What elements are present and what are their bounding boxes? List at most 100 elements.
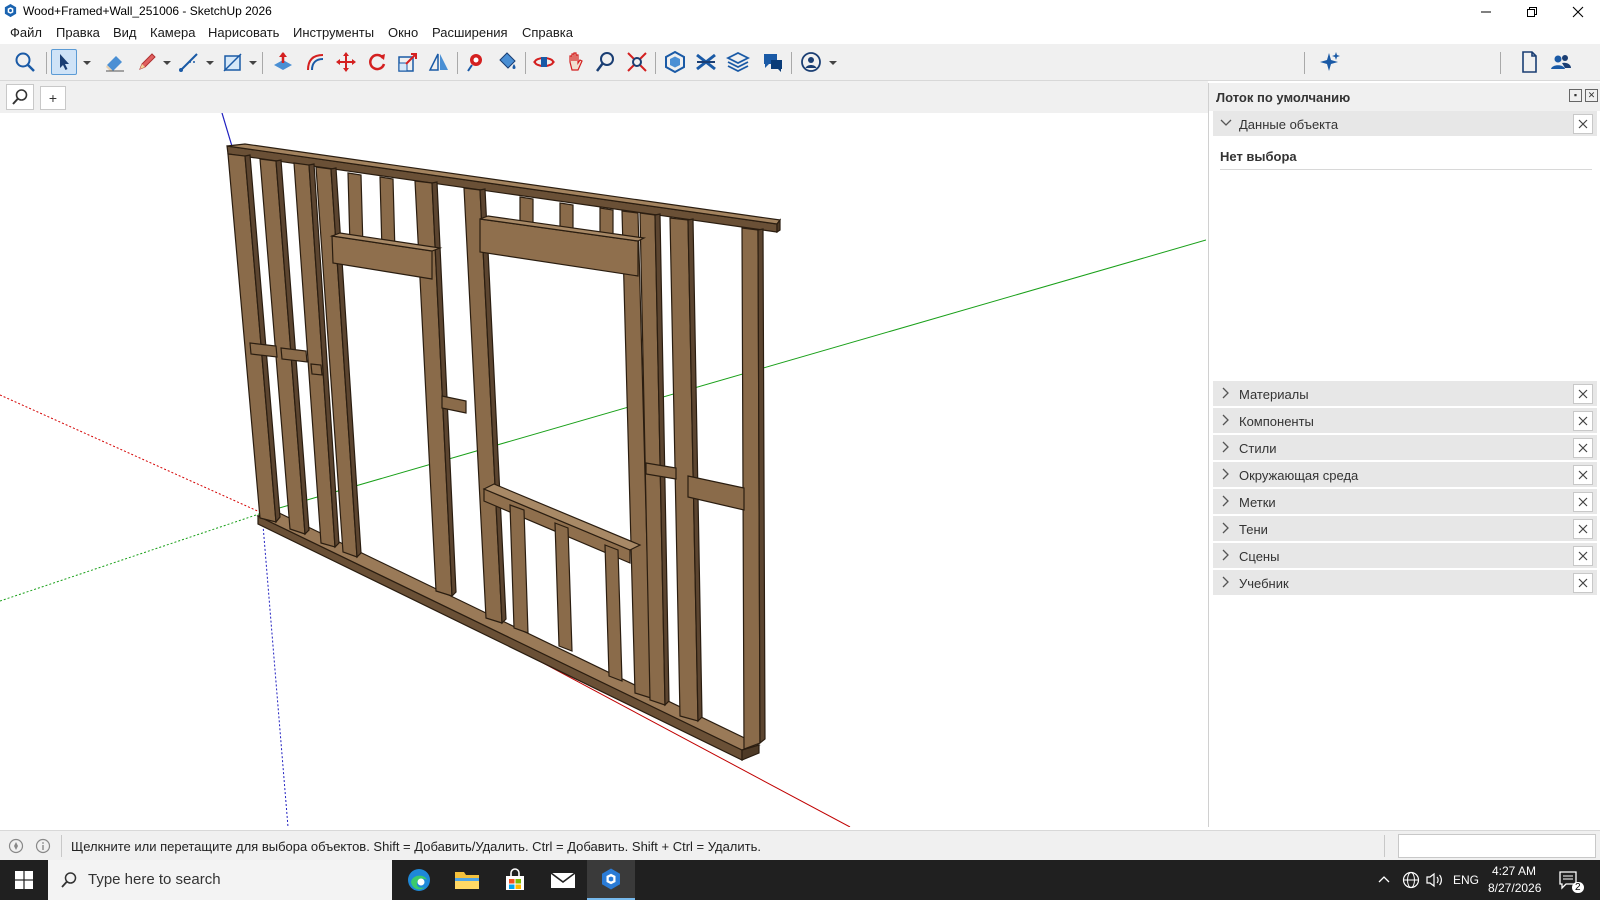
panel-environment[interactable]: Окружающая среда (1213, 462, 1597, 488)
clock-time[interactable]: 4:27 AM (1492, 864, 1536, 878)
chat-tool-button[interactable] (760, 49, 786, 75)
panel-label: Компоненты (1239, 414, 1314, 429)
taskbar-mail[interactable] (539, 860, 587, 900)
menu-view[interactable]: Вид (113, 25, 137, 40)
modeling-viewport[interactable] (0, 113, 1206, 827)
menu-extensions[interactable]: Расширения (432, 25, 508, 40)
extension-tool-button[interactable] (693, 49, 719, 75)
tape-tool-button[interactable] (463, 49, 489, 75)
ai-assistant-button[interactable] (1316, 49, 1342, 75)
account-tool-button[interactable] (798, 49, 824, 75)
add-button[interactable]: + (40, 86, 66, 110)
taskbar-search-box[interactable]: Type here to search (48, 860, 392, 900)
volume-icon[interactable] (1425, 872, 1443, 888)
minimize-icon (1481, 11, 1491, 12)
menu-camera[interactable]: Камера (150, 25, 195, 40)
toolbar-separator (1500, 52, 1501, 74)
menu-edit[interactable]: Правка (56, 25, 100, 40)
taskbar-store[interactable] (491, 860, 539, 900)
window-title: Wood+Framed+Wall_251006 - SketchUp 2026 (23, 4, 272, 18)
default-tray: Лоток по умолчанию ▪ ✕ Данные объекта Не… (1208, 83, 1600, 827)
panel-close-button[interactable] (1573, 546, 1593, 566)
orbit-tool-button[interactable] (531, 49, 557, 75)
paint-tool-button[interactable] (494, 49, 520, 75)
network-globe-icon[interactable] (1402, 871, 1420, 889)
panel-close-button[interactable] (1573, 573, 1593, 593)
line-icon (179, 53, 198, 72)
chevron-down-icon[interactable] (163, 60, 171, 66)
red-axis-hidden (0, 394, 263, 514)
close-window-button[interactable] (1556, 0, 1600, 23)
chevron-down-icon[interactable] (83, 60, 91, 66)
rectangle-tool-button[interactable] (220, 49, 246, 75)
chevron-right-icon (1222, 387, 1229, 399)
panel-close-button[interactable] (1573, 492, 1593, 512)
new-document-button[interactable] (1516, 49, 1542, 75)
wood-framed-wall[interactable] (226, 143, 782, 761)
menu-draw[interactable]: Нарисовать (208, 25, 279, 40)
select-tool-button[interactable] (51, 49, 77, 75)
chevron-down-icon[interactable] (829, 60, 837, 66)
extension-icon (696, 53, 716, 71)
panel-close-button[interactable] (1573, 519, 1593, 539)
wall-model-canvas[interactable] (0, 113, 1206, 827)
taskbar-file-explorer[interactable] (443, 860, 491, 900)
panel-scenes[interactable]: Сцены (1213, 543, 1597, 569)
panel-close-button[interactable] (1573, 411, 1593, 431)
panel-close-button[interactable] (1573, 114, 1593, 134)
panel-instructor[interactable]: Учебник (1213, 570, 1597, 596)
panel-materials[interactable]: Материалы (1213, 381, 1597, 407)
eraser-tool-button[interactable] (102, 49, 128, 75)
panel-close-button[interactable] (1573, 465, 1593, 485)
chevron-up-icon[interactable] (1378, 874, 1390, 884)
panel-close-button[interactable] (1573, 384, 1593, 404)
menu-file[interactable]: Файл (10, 25, 42, 40)
zoom-icon (596, 52, 614, 72)
move-tool-button[interactable] (333, 49, 359, 75)
menu-window[interactable]: Окно (388, 25, 418, 40)
panel-close-button[interactable] (1573, 438, 1593, 458)
clock-date[interactable]: 8/27/2026 (1488, 881, 1541, 895)
pin-tray-button[interactable]: ▪ (1569, 89, 1582, 102)
pencil-tool-button[interactable] (134, 49, 160, 75)
taskbar-edge[interactable] (395, 860, 443, 900)
panel-entity-info[interactable]: Данные объекта (1213, 111, 1597, 137)
push-pull-tool-button[interactable] (270, 49, 296, 75)
sparkle-icon (1320, 52, 1340, 71)
toolbar-separator (655, 52, 656, 74)
search-tool-button[interactable] (12, 49, 38, 75)
panel-tags[interactable]: Метки (1213, 489, 1597, 515)
panel-shadows[interactable]: Тени (1213, 516, 1597, 542)
rotate-tool-button[interactable] (364, 49, 390, 75)
chevron-down-icon (1220, 119, 1232, 126)
panel-components[interactable]: Компоненты (1213, 408, 1597, 434)
zoom-tool-button[interactable] (593, 49, 619, 75)
minimize-button[interactable] (1464, 0, 1508, 23)
language-indicator[interactable]: ENG (1453, 873, 1479, 887)
pan-tool-button[interactable] (562, 49, 588, 75)
panel-styles[interactable]: Стили (1213, 435, 1597, 461)
layers-tool-button[interactable] (725, 49, 751, 75)
measurements-box[interactable] (1398, 834, 1596, 858)
chevron-right-icon (1222, 522, 1229, 534)
zoom-extents-tool-button[interactable] (624, 49, 650, 75)
toolbar-separator (457, 52, 458, 74)
restore-button[interactable] (1510, 0, 1554, 23)
chevron-down-icon[interactable] (206, 60, 214, 66)
line-tool-button[interactable] (176, 49, 202, 75)
collaborate-button[interactable] (1548, 49, 1574, 75)
chevron-down-icon[interactable] (249, 60, 257, 66)
taskbar-sketchup[interactable] (587, 860, 635, 900)
menu-tools[interactable]: Инструменты (293, 25, 374, 40)
menu-help[interactable]: Справка (522, 25, 573, 40)
geolocation-icon[interactable] (8, 838, 24, 854)
follow-me-tool-button[interactable] (426, 49, 452, 75)
offset-tool-button[interactable] (302, 49, 328, 75)
offset-icon (307, 54, 324, 71)
start-button[interactable] (0, 860, 48, 900)
info-icon[interactable] (35, 838, 51, 854)
scale-tool-button[interactable] (395, 49, 421, 75)
search-button[interactable] (6, 84, 34, 110)
warehouse-tool-button[interactable] (662, 49, 688, 75)
close-tray-button[interactable]: ✕ (1585, 89, 1598, 102)
